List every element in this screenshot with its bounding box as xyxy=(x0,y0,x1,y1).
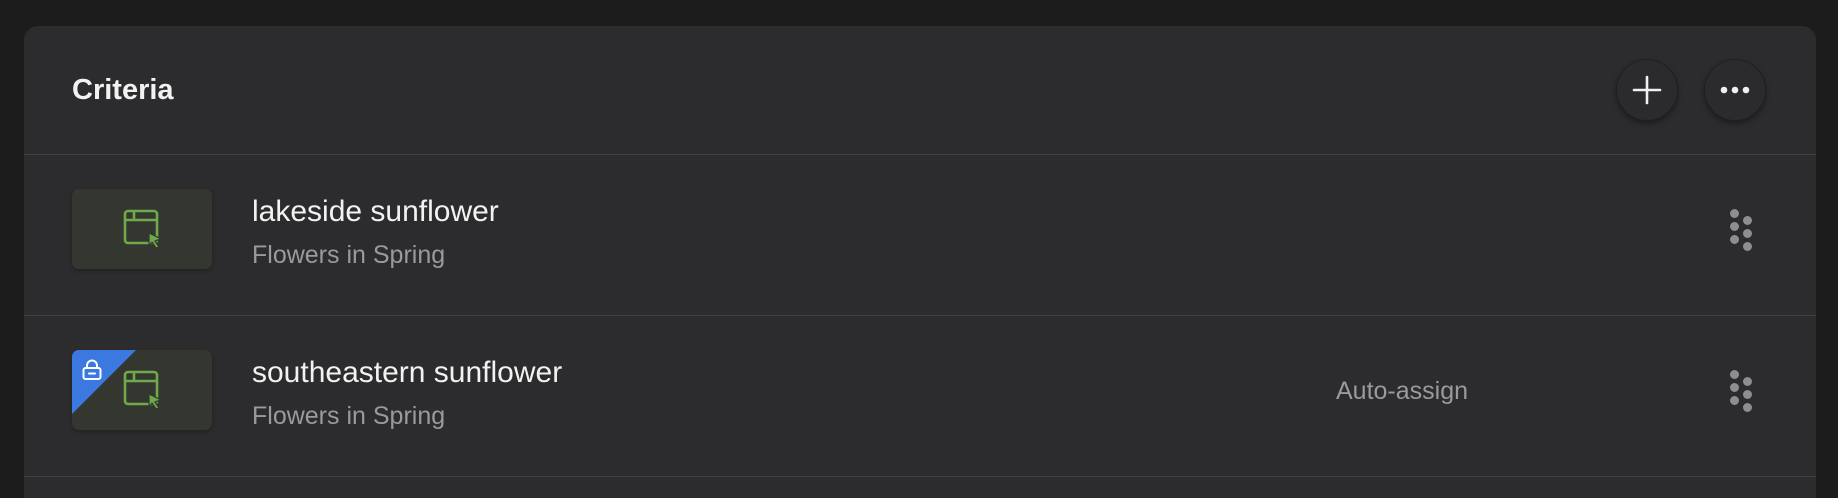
drag-handle-icon[interactable] xyxy=(1730,370,1754,420)
plus-icon xyxy=(1632,75,1662,105)
item-title: lakeside sunflower xyxy=(252,195,499,228)
criteria-panel: Criteria lakeside sunflower Flowers in S… xyxy=(24,26,1816,498)
item-subtitle: Flowers in Spring xyxy=(252,402,446,430)
ellipsis-icon xyxy=(1720,86,1750,94)
panel-title: Criteria xyxy=(72,74,174,106)
browser-cursor-icon xyxy=(123,209,162,249)
list-item[interactable]: southeastern sunflower Flowers in Spring… xyxy=(24,316,1816,477)
item-status-label: Auto-assign xyxy=(1336,377,1469,405)
panel-header: Criteria xyxy=(24,26,1816,155)
more-options-button[interactable] xyxy=(1704,59,1766,121)
browser-cursor-icon xyxy=(123,370,162,410)
item-thumbnail xyxy=(72,350,212,430)
list-item[interactable]: lakeside sunflower Flowers in Spring xyxy=(24,155,1816,316)
lock-icon xyxy=(82,359,102,380)
item-title: southeastern sunflower xyxy=(252,356,563,389)
item-thumbnail xyxy=(72,189,212,269)
item-subtitle: Flowers in Spring xyxy=(252,241,446,269)
add-criteria-button[interactable] xyxy=(1616,59,1678,121)
drag-handle-icon[interactable] xyxy=(1730,209,1754,259)
